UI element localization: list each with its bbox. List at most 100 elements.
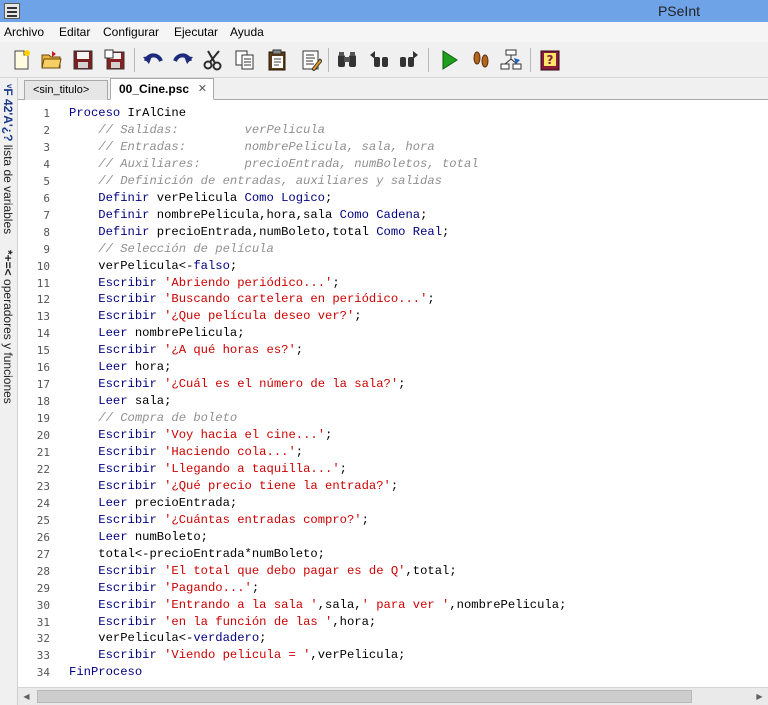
tab-label: 00_Cine.psc bbox=[119, 82, 190, 96]
scrollbar-thumb[interactable] bbox=[37, 690, 692, 703]
line-number: 19 bbox=[36, 412, 50, 426]
close-tab-icon[interactable]: ✕ bbox=[198, 82, 207, 95]
cut-icon[interactable] bbox=[200, 47, 226, 73]
code-line[interactable]: Escribir '¿Que película deseo ver?'; bbox=[69, 309, 361, 323]
code-line[interactable]: total<-precioEntrada*numBoleto; bbox=[69, 547, 325, 561]
code-line[interactable]: Escribir 'Buscando cartelera en periódic… bbox=[69, 292, 434, 306]
menu-ejecutar[interactable]: Ejecutar bbox=[174, 25, 218, 39]
line-number: 8 bbox=[43, 225, 50, 239]
code-line[interactable]: Escribir 'Pagando...'; bbox=[69, 581, 259, 595]
line-number: 25 bbox=[36, 513, 50, 527]
code-line[interactable]: // Definición de entradas, auxiliares y … bbox=[69, 174, 442, 188]
search-icon[interactable] bbox=[334, 47, 360, 73]
code-line[interactable]: Leer numBoleto; bbox=[69, 530, 208, 544]
step-by-step-icon[interactable] bbox=[468, 47, 494, 73]
code-token-op bbox=[157, 479, 164, 493]
menu-editar[interactable]: Editar bbox=[59, 25, 90, 39]
code-line[interactable]: Leer precioEntrada; bbox=[69, 496, 237, 510]
copy-icon[interactable] bbox=[232, 47, 258, 73]
help-icon[interactable]: ? bbox=[537, 47, 563, 73]
line-number: 33 bbox=[36, 649, 50, 663]
code-line[interactable]: Escribir '¿Qué precio tiene la entrada?'… bbox=[69, 479, 398, 493]
code-token-kw: Leer bbox=[98, 394, 128, 409]
redo-icon[interactable] bbox=[170, 47, 196, 73]
code-token-op bbox=[69, 360, 98, 374]
horizontal-scrollbar[interactable]: ◀ ▶ bbox=[18, 687, 768, 705]
open-folder-icon[interactable] bbox=[38, 47, 64, 73]
search-next-icon[interactable] bbox=[396, 47, 422, 73]
undo-icon[interactable] bbox=[140, 47, 166, 73]
variables-list-tab[interactable]: ᵛF 42'A'¿? lista de variables bbox=[0, 84, 18, 244]
code-token-kw: verdadero bbox=[193, 631, 260, 646]
code-line[interactable]: verPelicula<-falso; bbox=[69, 259, 237, 273]
variables-list-label: lista de variables bbox=[1, 144, 15, 235]
line-number: 21 bbox=[36, 446, 50, 459]
menu-configurar[interactable]: Configurar bbox=[103, 25, 159, 39]
code-line[interactable]: Escribir 'Haciendo cola...'; bbox=[69, 445, 303, 459]
tab-sin-titulo[interactable]: <sin_titulo> bbox=[24, 80, 108, 100]
code-token-op bbox=[157, 292, 164, 306]
code-token-kw: Como Real bbox=[376, 224, 443, 239]
save-as-icon[interactable] bbox=[102, 47, 128, 73]
toolbar-separator bbox=[428, 48, 429, 72]
code-line[interactable]: Escribir '¿Cuál es el número de la sala?… bbox=[69, 377, 405, 391]
code-token-cmt: // Entradas: nombrePelicula, sala, hora bbox=[69, 139, 435, 154]
paste-icon[interactable] bbox=[264, 47, 290, 73]
code-token-str: 'Haciendo cola...' bbox=[164, 445, 296, 459]
code-line[interactable]: Escribir 'El total que debo pagar es de … bbox=[69, 563, 456, 578]
new-file-icon[interactable] bbox=[8, 47, 34, 73]
code-line[interactable]: // Selección de película bbox=[69, 242, 274, 256]
code-line[interactable]: Definir verPelicula Como Logico; bbox=[69, 191, 332, 205]
code-line[interactable]: Leer nombrePelicula; bbox=[69, 326, 245, 341]
code-token-str: 'El total que debo pagar es de Q' bbox=[164, 563, 406, 578]
scroll-right-arrow-icon[interactable]: ▶ bbox=[751, 688, 768, 705]
code-token-kw: Definir bbox=[98, 190, 150, 205]
code-token-op bbox=[69, 191, 98, 205]
code-token-op bbox=[69, 564, 98, 578]
scroll-left-arrow-icon[interactable]: ◀ bbox=[18, 688, 35, 705]
line-number: 13 bbox=[36, 310, 50, 324]
code-line[interactable]: // Salidas: verPelicula bbox=[69, 123, 325, 137]
corrector-icon[interactable] bbox=[298, 47, 324, 73]
code-line[interactable]: Leer hora; bbox=[69, 360, 171, 374]
code-token-op: ; bbox=[325, 190, 333, 205]
code-line[interactable]: FinProceso bbox=[69, 665, 142, 679]
code-line[interactable]: Escribir '¿Cuántas entradas compro?'; bbox=[69, 513, 369, 527]
code-line[interactable]: Escribir 'Abriendo periódico...'; bbox=[69, 276, 339, 290]
menu-archivo[interactable]: Archivo bbox=[4, 25, 44, 39]
code-token-op bbox=[69, 343, 98, 357]
code-token-op bbox=[69, 462, 98, 476]
code-token-op: ; bbox=[361, 512, 369, 527]
code-line[interactable]: // Entradas: nombrePelicula, sala, hora bbox=[69, 139, 435, 154]
menu-ayuda[interactable]: Ayuda bbox=[230, 25, 264, 39]
code-line[interactable]: verPelicula<-verdadero; bbox=[69, 631, 266, 646]
code-line[interactable]: Leer sala; bbox=[69, 394, 171, 408]
code-line[interactable]: Definir nombrePelicula,hora,sala Como Ca… bbox=[69, 208, 427, 222]
tab-00-cine[interactable]: 00_Cine.psc ✕ bbox=[110, 78, 214, 100]
run-icon[interactable] bbox=[436, 47, 462, 73]
code-token-kw: Como Logico bbox=[244, 190, 325, 205]
code-line[interactable]: Escribir 'en la función de las ',hora; bbox=[69, 615, 376, 629]
code-token-op bbox=[69, 479, 98, 493]
code-token-op: nombrePelicula,hora,sala bbox=[149, 207, 340, 222]
code-line[interactable]: Escribir 'Voy hacia el cine...'; bbox=[69, 428, 332, 442]
code-token-kw: Escribir bbox=[98, 648, 157, 663]
search-prev-icon[interactable] bbox=[366, 47, 392, 73]
line-number: 32 bbox=[36, 632, 50, 646]
save-icon[interactable] bbox=[70, 47, 96, 73]
diagram-icon[interactable] bbox=[498, 47, 524, 73]
code-line[interactable]: Definir precioEntrada,numBoleto,total Co… bbox=[69, 225, 449, 239]
code-line[interactable]: // Compra de boleto bbox=[69, 411, 237, 425]
code-line[interactable]: // Auxiliares: precioEntrada, numBoletos… bbox=[69, 157, 478, 171]
pseint-app-icon[interactable] bbox=[4, 3, 20, 19]
code-line[interactable]: Escribir 'Llegando a taquilla...'; bbox=[69, 462, 347, 476]
code-token-cmt: // Selección de película bbox=[69, 241, 274, 256]
code-line[interactable]: Proceso IrAlCine bbox=[69, 106, 186, 120]
code-line[interactable]: Escribir 'Viendo pelicula = ',verPelicul… bbox=[69, 648, 405, 662]
code-editor[interactable]: 1 2 3 4 5 6 7 8 9 10 11 12 13 14 15 16 17 18 19 20 21 22 23 24 2… bbox=[18, 100, 768, 687]
menu-bar: Archivo Editar Configurar Ejecutar Ayuda bbox=[0, 22, 768, 42]
operators-functions-tab[interactable]: *+=< operadores y funciones bbox=[0, 250, 18, 430]
code-token-op: nombrePelicula; bbox=[127, 326, 245, 341]
code-line[interactable]: Escribir '¿A qué horas es?'; bbox=[69, 343, 303, 357]
code-line[interactable]: Escribir 'Entrando a la sala ',sala,' pa… bbox=[69, 598, 566, 612]
